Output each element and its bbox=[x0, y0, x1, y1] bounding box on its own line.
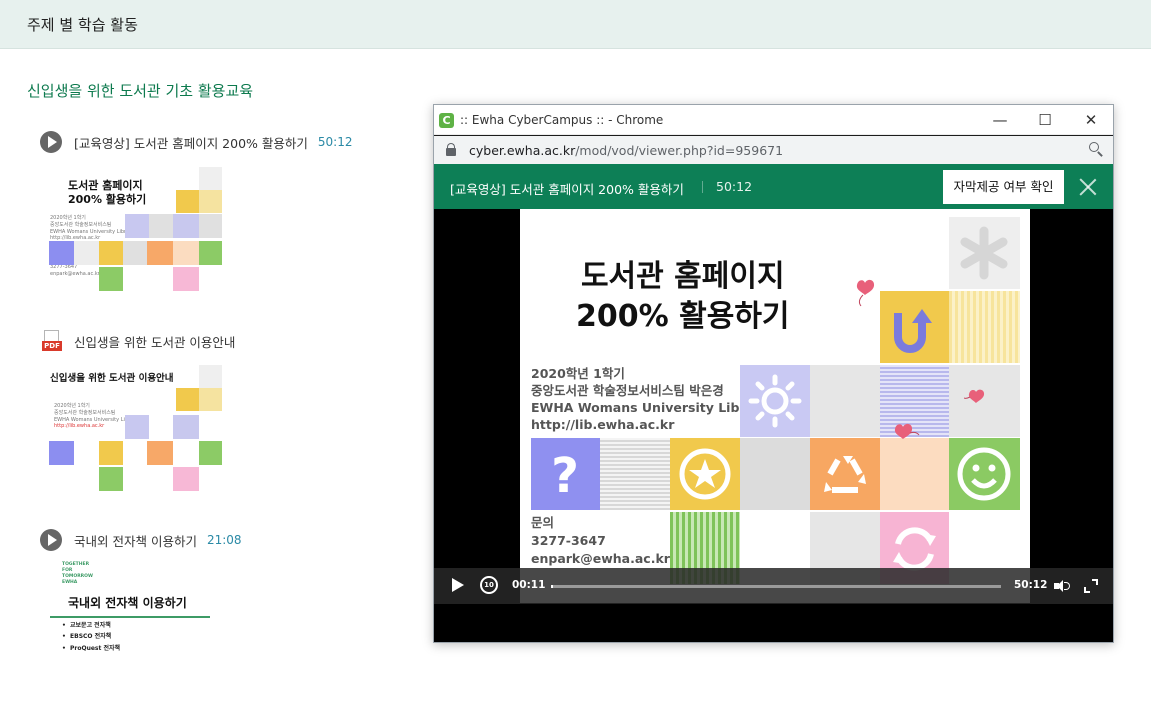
grey-tile bbox=[810, 365, 880, 437]
address-bar[interactable]: cyber.ewha.ac.kr/mod/vod/viewer.php?id=9… bbox=[434, 136, 1113, 164]
heart-icon bbox=[890, 421, 920, 447]
thumbnail-title: 신입생을 위한 도서관 이용안내 bbox=[50, 373, 174, 384]
url-text[interactable]: cyber.ewha.ac.kr/mod/vod/viewer.php?id=9… bbox=[469, 143, 783, 158]
video-frame: 도서관 홈페이지 200% 활용하기 2020학년 1학기 중앙도서관 학술정보… bbox=[520, 209, 1030, 603]
tile-lines bbox=[74, 241, 99, 265]
heart-icon bbox=[853, 277, 879, 307]
caption-check-button[interactable]: 자막제공 여부 확인 bbox=[943, 170, 1064, 204]
slide-title: 도서관 홈페이지 200% 활용하기 bbox=[576, 259, 790, 334]
current-time: 00:11 bbox=[512, 579, 546, 591]
section-title[interactable]: 신입생을 위한 도서관 기초 활용교육 bbox=[27, 80, 253, 101]
pdf-icon[interactable]: PDF bbox=[42, 330, 62, 352]
window-titlebar[interactable]: C :: Ewha CyberCampus :: - Chrome — ☐ ✕ bbox=[434, 105, 1113, 135]
lock-icon[interactable] bbox=[446, 143, 456, 156]
fullscreen-icon[interactable] bbox=[1084, 579, 1098, 593]
play-icon[interactable] bbox=[452, 578, 464, 592]
tile-green bbox=[99, 467, 123, 491]
u-turn-tile bbox=[880, 291, 949, 363]
heart-icon bbox=[963, 387, 990, 411]
tile-asterisk bbox=[199, 167, 222, 190]
tile-grey bbox=[123, 241, 147, 265]
vod-duration: 50:12 bbox=[716, 179, 753, 194]
tile-refresh bbox=[173, 467, 199, 491]
tile-smile bbox=[199, 441, 222, 465]
rewind-10-icon[interactable]: 10 bbox=[480, 576, 498, 594]
grey-tile bbox=[740, 438, 810, 510]
thumbnail-title: 국내외 전자책 이용하기 bbox=[68, 596, 187, 610]
activity-label[interactable]: [교육영상] 도서관 홈페이지 200% 활용하기 bbox=[74, 133, 308, 152]
tile-recycle bbox=[147, 241, 173, 265]
vod-title: [교육영상] 도서관 홈페이지 200% 활용하기 bbox=[450, 182, 684, 197]
tile-asterisk bbox=[199, 365, 222, 388]
tile-u-turn bbox=[176, 388, 199, 411]
tile-grey bbox=[199, 214, 222, 238]
tile-question bbox=[49, 241, 74, 265]
thumbnail-info: 2020학년 1학기 중앙도서관 학술정보서비스팀 EWHA Womans Univ… bbox=[50, 215, 135, 242]
tile-smile bbox=[199, 241, 222, 265]
tile-grey bbox=[149, 214, 173, 238]
slide-contact: 문의 3277-3647 enpark@ewha.ac.kr bbox=[531, 515, 670, 566]
thumbnail-homepage[interactable]: 도서관 홈페이지 200% 활용하기 2020학년 1학기 중앙도서관 학술정보서비… bbox=[46, 165, 222, 299]
grey-stripes-tile bbox=[600, 438, 670, 510]
thumbnail-title: 도서관 홈페이지 200% 활용하기 bbox=[68, 179, 147, 207]
asterisk-tile bbox=[949, 217, 1020, 289]
progress-fill bbox=[551, 585, 553, 588]
page-title: 주제 별 학습 활동 bbox=[27, 16, 138, 34]
thumbnail-brand: TOGETHER FOR TOMORROW EWHA bbox=[62, 562, 93, 586]
question-tile: ? bbox=[531, 438, 600, 510]
activity-duration: 50:12 bbox=[317, 135, 353, 149]
tile-recycle bbox=[147, 441, 173, 465]
close-icon[interactable] bbox=[1078, 177, 1098, 197]
peach-tile bbox=[880, 438, 949, 510]
maximize-button[interactable]: ☐ bbox=[1027, 108, 1063, 132]
recycle-tile bbox=[810, 438, 880, 510]
minimize-button[interactable]: — bbox=[982, 108, 1018, 132]
tile-green bbox=[99, 267, 123, 291]
yellow-stripes-tile bbox=[949, 291, 1020, 363]
thumbnail-ebook[interactable]: TOGETHER FOR TOMORROW EWHA 국내외 전자책 이용하기 … bbox=[44, 560, 220, 684]
activity-pdf-guide[interactable]: PDF 신입생을 위한 도서관 이용안내 bbox=[40, 330, 235, 352]
thumbnail-list: • 교보문고 전자책 • EBSCO 전자책 • ProQuest 전자책 bbox=[62, 622, 121, 652]
vod-header: [교육영상] 도서관 홈페이지 200% 활용하기 50:12 자막제공 여부 … bbox=[434, 164, 1113, 209]
tile-sun bbox=[125, 214, 149, 238]
slide-info: 2020학년 1학기 중앙도서관 학술정보서비스팀 박은경 EWHA Woman… bbox=[531, 366, 769, 432]
smile-tile bbox=[949, 438, 1020, 510]
activity-label[interactable]: 국내외 전자책 이용하기 bbox=[74, 531, 197, 550]
tile-stripes bbox=[199, 388, 222, 411]
total-time: 50:12 bbox=[1014, 579, 1048, 591]
tile-lavender bbox=[173, 214, 199, 238]
progress-bar[interactable] bbox=[551, 585, 1001, 588]
activity-video-homepage[interactable]: [교육영상] 도서관 홈페이지 200% 활용하기 50:12 bbox=[40, 131, 352, 153]
thumbnail-guide[interactable]: 신입생을 위한 도서관 이용안내 2020학년 1학기 중앙도서관 학술정보서비스… bbox=[46, 363, 222, 493]
window-title: :: Ewha CyberCampus :: - Chrome bbox=[460, 113, 664, 127]
tile-star bbox=[99, 441, 123, 465]
cybercampus-app-icon: C bbox=[439, 113, 454, 128]
play-circle-icon[interactable] bbox=[40, 529, 62, 551]
zoom-icon[interactable] bbox=[1089, 142, 1103, 157]
video-player[interactable]: 도서관 홈페이지 200% 활용하기 2020학년 1학기 중앙도서관 학술정보… bbox=[434, 209, 1113, 642]
volume-icon[interactable] bbox=[1054, 579, 1070, 593]
sun-tile bbox=[740, 365, 810, 437]
page-header: 주제 별 학습 활동 bbox=[0, 0, 1151, 49]
player-controls[interactable]: 10 00:11 50:12 bbox=[434, 568, 1113, 604]
tile-question bbox=[49, 441, 74, 465]
tile-sun bbox=[125, 415, 149, 439]
tile-stripes bbox=[199, 190, 222, 213]
tile-star bbox=[99, 241, 123, 265]
player-popup-window[interactable]: C :: Ewha CyberCampus :: - Chrome — ☐ ✕ … bbox=[433, 104, 1114, 643]
tile-lavender bbox=[173, 415, 199, 439]
svg-text:?: ? bbox=[551, 448, 579, 504]
window-close-button[interactable]: ✕ bbox=[1073, 108, 1109, 132]
tile-refresh bbox=[173, 267, 199, 291]
tile-peach bbox=[173, 241, 199, 265]
vod-separator bbox=[702, 181, 703, 193]
activity-label[interactable]: 신입생을 위한 도서관 이용안내 bbox=[74, 332, 235, 351]
thumbnail-divider bbox=[50, 616, 210, 618]
play-circle-icon[interactable] bbox=[40, 131, 62, 153]
star-tile bbox=[670, 438, 740, 510]
activity-video-ebook[interactable]: 국내외 전자책 이용하기 21:08 bbox=[40, 529, 242, 551]
tile-u-turn bbox=[176, 190, 199, 213]
activity-duration: 21:08 bbox=[206, 533, 242, 547]
